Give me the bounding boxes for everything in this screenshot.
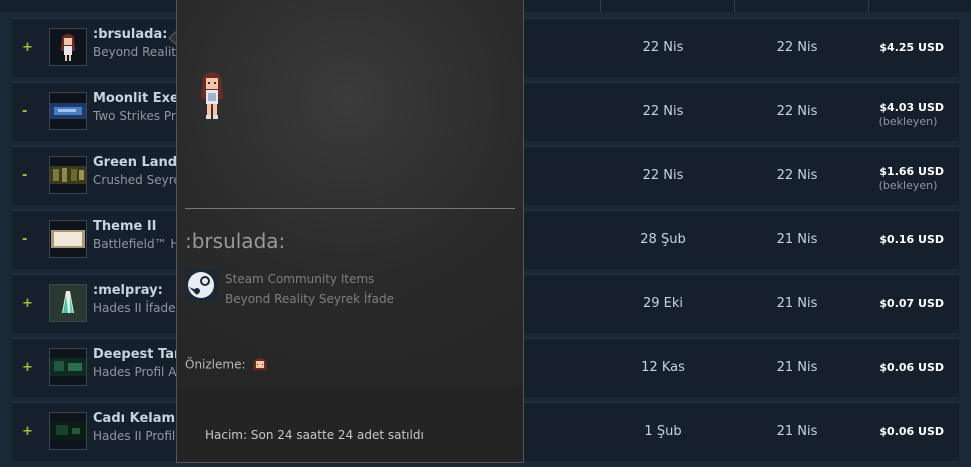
popup-type-line1: Steam Community Items	[225, 272, 375, 286]
popup-volume: Hacim: Son 24 saatte 24 adet satıldı	[205, 428, 424, 442]
popup-preview: Önizleme:	[185, 356, 269, 374]
item-game: Beyond Reality	[93, 45, 184, 59]
header-listed-col[interactable]	[600, 0, 735, 12]
header-price-col[interactable]	[868, 0, 971, 12]
action-date: 22 Nis	[776, 168, 818, 183]
popup-type-line2: Beyond Reality Seyrek İfade	[225, 292, 394, 306]
popup-item-type: Steam Community Items Beyond Reality Sey…	[225, 269, 394, 309]
listed-date: 22 Nis	[642, 104, 684, 119]
item-name[interactable]: Deepest Tar	[93, 347, 180, 362]
item-price: $4.03 USD (bekleyen)	[864, 101, 944, 129]
pending-label: (bekleyen)	[878, 115, 938, 128]
item-price: $1.66 USD (bekleyen)	[864, 165, 944, 193]
action-date: 22 Nis	[776, 40, 818, 55]
action-date: 21 Nis	[776, 360, 818, 375]
item-thumbnail[interactable]	[49, 284, 87, 322]
item-game: Hades II İfade	[93, 301, 176, 315]
header-action-col[interactable]	[734, 0, 869, 12]
item-price: $0.06 USD	[879, 361, 944, 374]
item-name[interactable]: :brsulada:	[93, 27, 167, 42]
change-sign: +	[22, 360, 33, 375]
item-name[interactable]: Moonlit Exec	[93, 91, 187, 106]
item-thumbnail[interactable]	[49, 348, 87, 386]
item-game: Crushed Seyre	[93, 173, 181, 187]
popup-divider	[185, 208, 515, 209]
listed-date: 28 Şub	[640, 232, 686, 247]
action-date: 22 Nis	[776, 104, 818, 119]
item-name[interactable]: :melpray:	[93, 283, 163, 298]
change-sign: -	[22, 104, 28, 119]
item-thumbnail[interactable]	[49, 156, 87, 194]
popup-preview-label: Önizleme:	[185, 357, 246, 372]
popup-footer: Hacim: Son 24 saatte 24 adet satıldı	[177, 388, 523, 462]
item-price: $0.16 USD	[879, 233, 944, 246]
item-name[interactable]: Cadı Kelamı	[93, 411, 180, 426]
action-date: 21 Nis	[776, 424, 818, 439]
pending-label: (bekleyen)	[878, 179, 938, 192]
item-game: Two Strikes Pro	[93, 109, 183, 123]
item-price: $0.07 USD	[879, 297, 944, 310]
action-date: 21 Nis	[776, 232, 818, 247]
steam-logo-icon	[185, 269, 217, 301]
change-sign: +	[22, 40, 33, 55]
item-thumbnail[interactable]	[49, 28, 87, 66]
change-sign: +	[22, 424, 33, 439]
listed-date: 22 Nis	[642, 168, 684, 183]
popup-item-title: :brsulada:	[185, 229, 286, 253]
listed-date: 29 Eki	[642, 296, 684, 311]
item-thumbnail[interactable]	[49, 220, 87, 258]
listed-date: 22 Nis	[642, 40, 684, 55]
change-sign: +	[22, 296, 33, 311]
item-game: Hades II Profil	[93, 429, 176, 443]
item-price: $4.25 USD	[879, 41, 944, 54]
item-thumbnail[interactable]	[49, 412, 87, 450]
emoticon-small-icon	[253, 358, 268, 370]
item-price: $0.06 USD	[879, 425, 944, 438]
change-sign: -	[22, 168, 28, 183]
item-name[interactable]: Green Lands	[93, 155, 185, 170]
item-game: Hades Profil Ar	[93, 365, 182, 379]
action-date: 21 Nis	[776, 296, 818, 311]
item-game: Battlefield™ H	[93, 237, 180, 251]
listed-date: 12 Kas	[641, 360, 685, 375]
listed-date: 1 Şub	[644, 424, 682, 439]
item-hover-popup: :brsulada: Steam Community Items Beyond …	[176, 0, 524, 463]
item-name[interactable]: Theme II	[93, 219, 157, 234]
emoticon-large-icon	[201, 72, 223, 119]
item-thumbnail[interactable]	[49, 92, 87, 130]
change-sign: -	[22, 232, 28, 247]
